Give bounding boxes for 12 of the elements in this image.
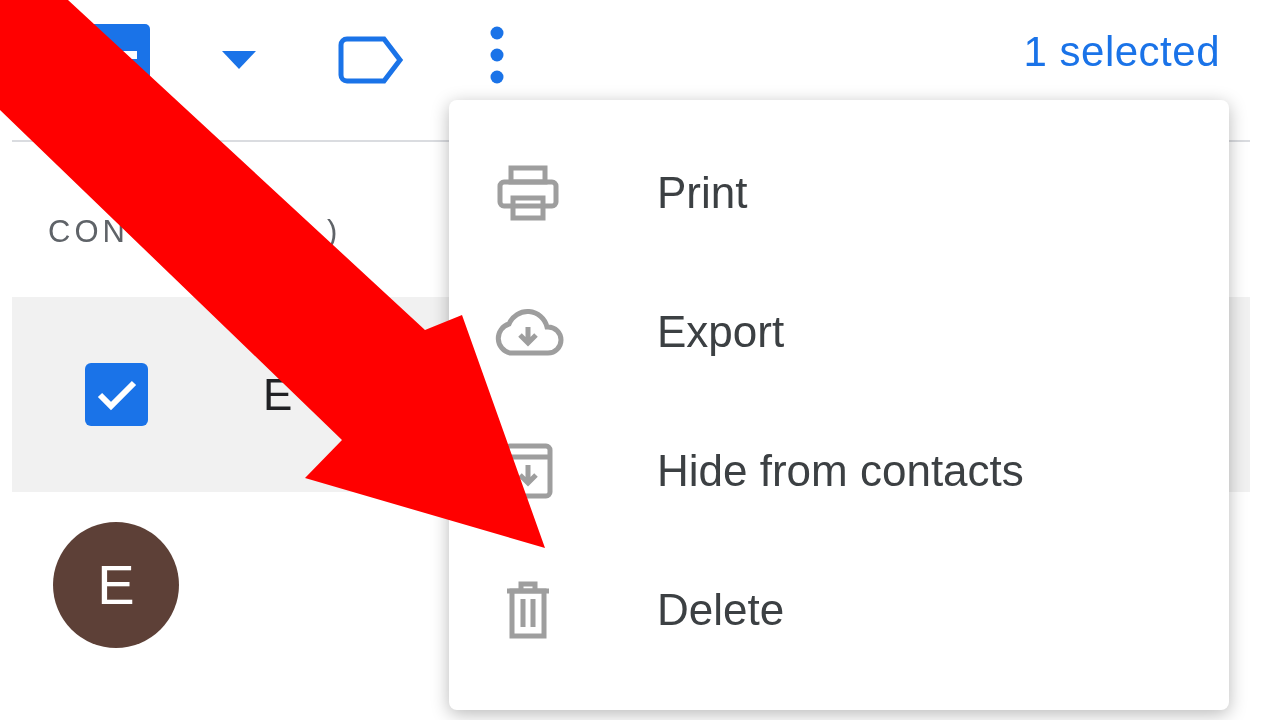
selection-count: 1 selected bbox=[1023, 28, 1220, 76]
trash-icon bbox=[505, 580, 551, 639]
print-icon bbox=[497, 164, 559, 221]
caret-icon[interactable] bbox=[222, 51, 256, 69]
menu-item[interactable]: Print bbox=[449, 123, 1229, 262]
label-icon[interactable] bbox=[338, 36, 404, 84]
check-icon bbox=[95, 378, 138, 411]
avatar: E bbox=[53, 521, 179, 648]
menu-item[interactable]: Delete bbox=[449, 540, 1229, 679]
more-vert-icon[interactable] bbox=[490, 26, 504, 84]
checkbox[interactable] bbox=[85, 363, 148, 426]
section-heading: CON bbox=[48, 214, 129, 251]
